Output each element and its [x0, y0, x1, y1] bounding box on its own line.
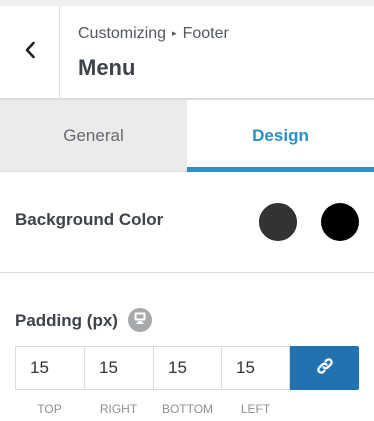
panel-header: Customizing ▸ Footer Menu — [0, 6, 374, 100]
breadcrumb-section: Footer — [182, 25, 229, 42]
padding-top-input[interactable] — [15, 346, 84, 390]
padding-left-label: Left — [240, 402, 271, 416]
tab-bar: General Design — [0, 100, 374, 172]
back-button[interactable] — [0, 6, 60, 98]
link-icon — [314, 355, 336, 382]
background-color-swatch-hover[interactable] — [321, 203, 359, 241]
padding-label: Padding (px) — [15, 311, 118, 330]
desktop-icon — [133, 311, 147, 330]
padding-right-input[interactable] — [84, 346, 153, 390]
padding-top-label: Top — [37, 402, 62, 416]
padding-bottom-input[interactable] — [153, 346, 222, 390]
breadcrumb-root: Customizing — [78, 25, 167, 42]
breadcrumb: Customizing ▸ Footer — [78, 25, 229, 43]
tab-design[interactable]: Design — [187, 100, 374, 172]
tab-general[interactable]: General — [0, 100, 187, 172]
background-color-swatch-primary[interactable] — [259, 203, 297, 241]
padding-bottom-label: Bottom — [161, 402, 214, 416]
padding-inputs — [15, 346, 359, 390]
section-divider — [0, 272, 374, 273]
device-toggle-button[interactable] — [128, 308, 152, 332]
background-color-label: Background Color — [15, 210, 164, 229]
link-values-button[interactable] — [290, 346, 359, 390]
breadcrumb-separator-icon: ▸ — [172, 28, 177, 38]
page-title: Menu — [78, 55, 136, 80]
padding-right-label: Right — [99, 402, 138, 416]
chevron-left-icon — [24, 41, 36, 64]
padding-left-input[interactable] — [221, 346, 290, 390]
